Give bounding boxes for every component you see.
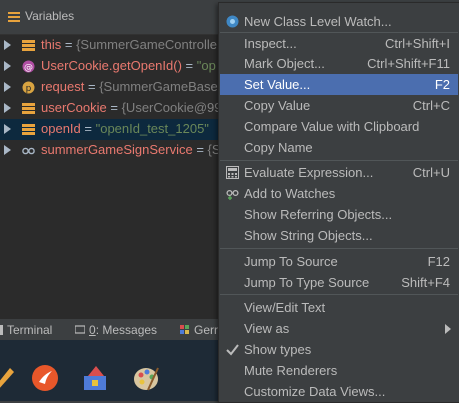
tab-terminal[interactable]: Terminal [0,323,52,337]
menu-separator [220,160,458,161]
checkmark-icon [226,344,239,356]
variable-name: summerGameSignService [41,142,193,157]
expand-arrow-icon[interactable] [4,124,11,134]
menu-item-jump-to-source[interactable]: Jump To Source F12 [220,251,458,272]
menu-item-show-string-objects[interactable]: Show String Objects... [220,225,458,246]
menu-item-view-edit-text[interactable]: View/Edit Text [220,297,458,318]
expand-arrow-icon[interactable] [4,145,11,155]
variable-value: {UserCookie@99 [121,100,222,115]
field-icon [22,103,35,114]
field-icon [22,40,35,51]
variable-name: request [41,79,85,94]
palette-app-icon[interactable] [132,364,160,392]
terminal-icon [0,325,3,335]
watch-icon [226,15,239,28]
expand-arrow-icon[interactable] [4,82,11,92]
gerrit-icon [180,325,189,334]
menu-item-inspect[interactable]: Inspect... Ctrl+Shift+I [220,33,458,54]
menu-item-view-as[interactable]: View as [220,318,458,339]
expand-arrow-icon[interactable] [4,103,11,113]
variable-value: "op [196,58,216,73]
tab-messages[interactable]: 0: Messages [75,323,157,337]
menu-item-compare-with-clipboard[interactable]: Compare Value with Clipboard [220,116,458,137]
svg-text:@: @ [24,63,33,73]
menu-item-copy-name[interactable]: Copy Name [220,137,458,158]
variables-icon [8,12,20,22]
submenu-arrow-icon [445,324,451,334]
watch-glasses-icon [22,147,35,155]
swift-app-icon[interactable] [31,364,59,392]
menu-item-show-referring-objects[interactable]: Show Referring Objects... [220,204,458,225]
variable-name: UserCookie.getOpenId() [41,58,182,73]
menu-item-mute-renderers[interactable]: Mute Renderers [220,360,458,381]
paint-app-icon[interactable] [82,364,110,392]
variables-title: Variables [25,9,75,23]
variable-name: this [41,37,62,52]
menu-item-new-class-level-watch[interactable]: New Class Level Watch... [220,11,458,32]
menu-item-evaluate-expression[interactable]: Evaluate Expression... Ctrl+U [220,162,458,183]
add-watch-icon [226,189,239,200]
variable-value: {SummerGameBase [99,79,218,94]
variable-value: "openId_test_1205" [95,121,209,136]
menu-separator [220,294,458,295]
variable-name: userCookie [41,100,107,115]
svg-text:p: p [26,84,32,94]
parameter-icon: p [22,81,35,94]
menu-item-add-to-watches[interactable]: Add to Watches [220,183,458,204]
variable-name: openId [41,121,81,136]
messages-icon [75,325,85,334]
expand-arrow-icon[interactable] [4,61,11,71]
calculator-icon [226,166,239,179]
pencil-app-icon[interactable] [0,364,18,392]
menu-item-copy-value[interactable]: Copy Value Ctrl+C [220,95,458,116]
menu-item-jump-to-type-source[interactable]: Jump To Type Source Shift+F4 [220,272,458,293]
variable-value: {SummerGameControlle [76,37,217,52]
context-menu: New Class Level Watch... Inspect... Ctrl… [218,2,459,403]
menu-item-set-value[interactable]: Set Value... F2 [220,74,458,95]
menu-item-show-types[interactable]: Show types [220,339,458,360]
menu-item-mark-object[interactable]: Mark Object... Ctrl+Shift+F11 [220,53,458,74]
tab-gerrit[interactable]: Gerr [180,323,218,337]
expand-arrow-icon[interactable] [4,40,11,50]
field-icon [22,124,35,135]
method-return-icon: @ [22,60,35,73]
menu-separator [220,248,458,249]
menu-item-customize-data-views[interactable]: Customize Data Views... [220,381,458,402]
